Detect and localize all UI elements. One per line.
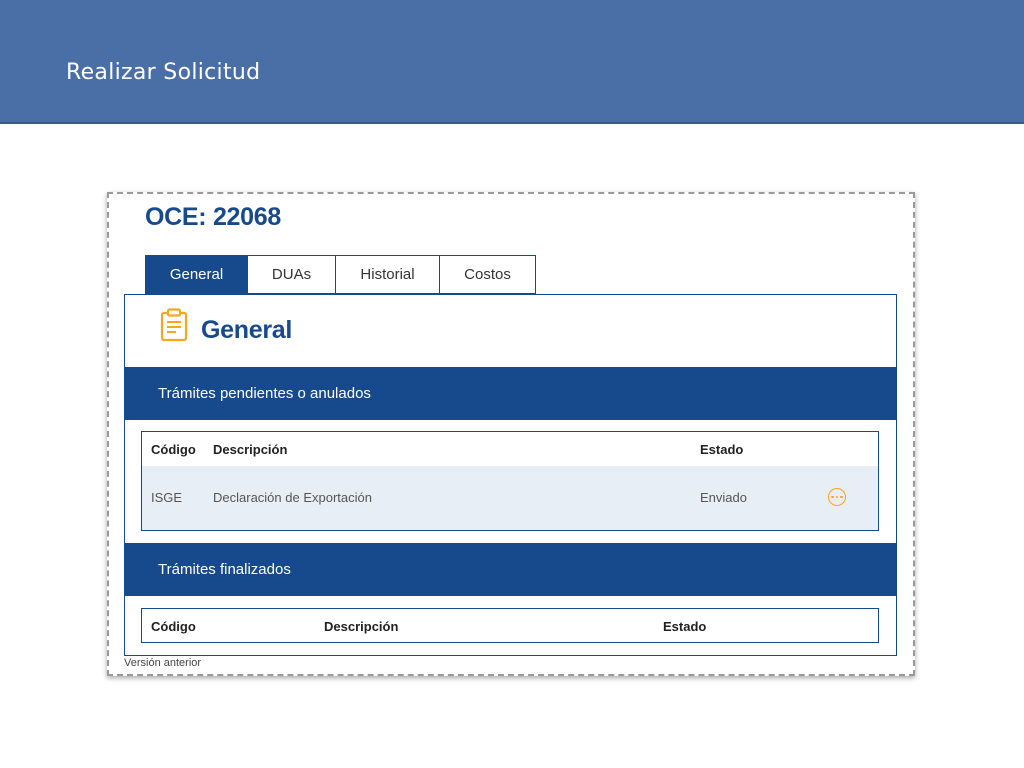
column-header-codigo: Código [151, 442, 196, 457]
page-title: Realizar Solicitud [66, 60, 261, 85]
oce-title: OCE: 22068 [145, 203, 281, 231]
row-descripcion: Declaración de Exportación [213, 490, 372, 505]
table-row[interactable]: ISGE Declaración de Exportación Enviado [142, 466, 878, 530]
pending-section-title: Trámites pendientes o anulados [158, 385, 371, 402]
column-header-descripcion: Descripción [213, 442, 288, 457]
column-header-estado: Estado [700, 442, 744, 457]
finished-section-header: Trámites finalizados [125, 543, 896, 596]
finished-section-title: Trámites finalizados [158, 561, 291, 578]
header-banner: Realizar Solicitud [0, 0, 1024, 124]
previous-version-link[interactable]: Versión anterior [124, 657, 201, 669]
row-codigo: ISGE [151, 490, 183, 505]
tab-costos[interactable]: Costos [440, 255, 536, 294]
column-header-codigo: Código [151, 619, 196, 634]
clipboard-icon [160, 308, 188, 342]
more-options-icon[interactable] [828, 488, 846, 506]
row-estado: Enviado [700, 490, 747, 505]
tab-historial[interactable]: Historial [336, 255, 440, 294]
column-header-estado: Estado [663, 619, 707, 634]
finished-table: Código Descripción Estado [141, 608, 879, 643]
column-header-descripcion: Descripción [324, 619, 399, 634]
pending-section-header: Trámites pendientes o anulados [125, 367, 896, 420]
tab-duas[interactable]: DUAs [248, 255, 336, 294]
tab-general[interactable]: General [145, 255, 248, 294]
section-title: General [201, 316, 293, 344]
tab-bar: General DUAs Historial Costos [145, 255, 536, 294]
pending-table: Código Descripción Estado ISGE Declaraci… [141, 431, 879, 531]
